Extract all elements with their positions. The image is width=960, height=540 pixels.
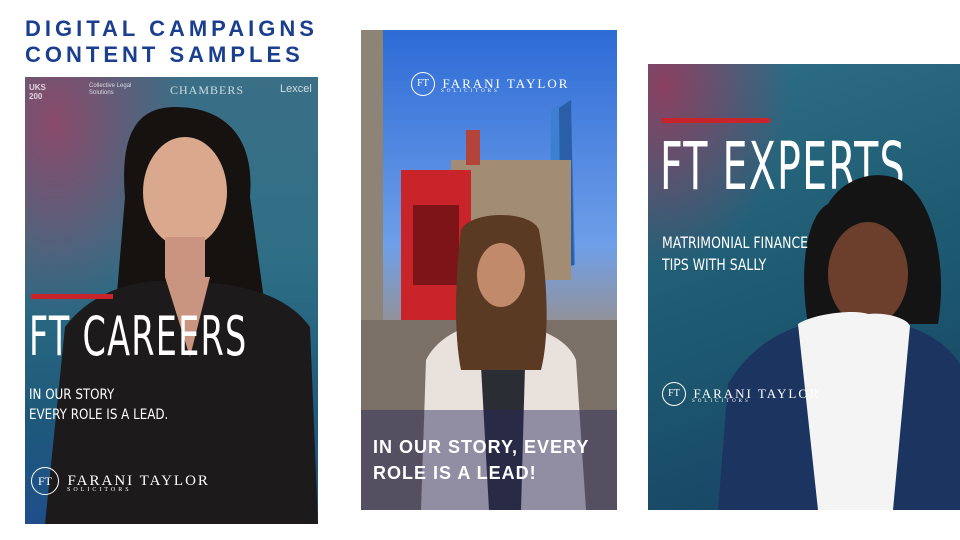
ft-monogram-icon: FT bbox=[411, 72, 435, 96]
brand-tag: SOLICITORS bbox=[441, 89, 500, 94]
campaign-card-experts: FT EXPERTS MATRIMONIAL FINANCE TIPS WITH… bbox=[648, 64, 960, 510]
campaign-card-reel: FT FARANI TAYLOR SOLICITORS IN OUR STORY… bbox=[361, 30, 617, 510]
page-title: DIGITAL CAMPAIGNS CONTENT SAMPLES bbox=[25, 16, 318, 68]
sub-line-1: IN OUR STORY bbox=[29, 387, 115, 403]
brand-logo: FT FARANI TAYLOR SOLICITORS bbox=[662, 382, 820, 406]
caption-text: IN OUR STORY, EVERY ROLE IS A LEAD! bbox=[373, 434, 589, 486]
brand-tag: SOLICITORS bbox=[692, 399, 751, 404]
caption-line-1: IN OUR STORY, EVERY bbox=[373, 437, 590, 457]
brand-logo: FT FARANI TAYLOR SOLICITORS bbox=[31, 467, 210, 495]
brand-tag: SOLICITORS bbox=[67, 487, 132, 493]
sub-line-1: MATRIMONIAL FINANCE bbox=[662, 233, 809, 252]
brand-logo: FT FARANI TAYLOR SOLICITORS bbox=[411, 72, 569, 96]
headline-ft-careers: FT CAREERS bbox=[29, 305, 248, 368]
sub-line-2: EVERY ROLE IS A LEAD. bbox=[29, 407, 169, 423]
sub-line-2: TIPS WITH SALLY bbox=[662, 255, 767, 274]
woman-portrait-photo bbox=[45, 107, 318, 524]
campaign-card-careers: UKS 200 Collective Legal Solutions CHAMB… bbox=[25, 77, 318, 524]
woman-portrait-photo bbox=[718, 175, 960, 510]
title-line-1: DIGITAL CAMPAIGNS bbox=[25, 16, 318, 41]
title-line-2: CONTENT SAMPLES bbox=[25, 42, 304, 67]
ft-monogram-icon: FT bbox=[662, 382, 686, 406]
ft-monogram-icon: FT bbox=[31, 467, 59, 495]
accent-bar bbox=[31, 294, 113, 299]
caption-line-2: ROLE IS A LEAD! bbox=[373, 463, 537, 483]
